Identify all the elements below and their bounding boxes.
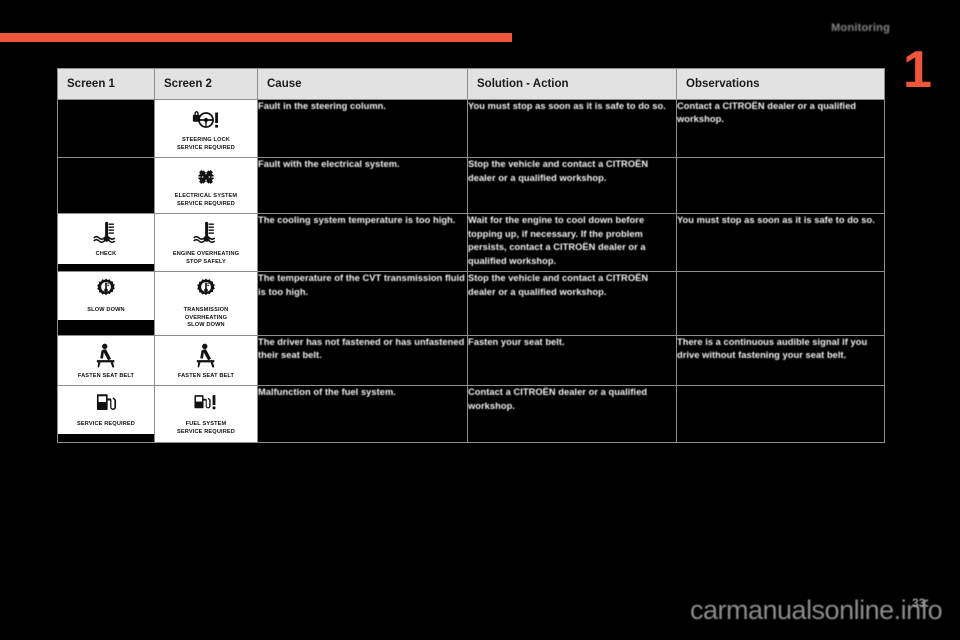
screen-2-cell: ENGINE OVERHEATING STOP SAFELY <box>154 213 258 273</box>
lamp-caption-line: FUEL SYSTEM <box>185 421 227 428</box>
column-header-screen-2: Screen 2 <box>154 68 258 100</box>
chapter-number: 1 <box>903 41 932 99</box>
table-header: Screen 1 Screen 2 Cause Solution - Actio… <box>57 68 885 100</box>
table-row: ELECTRICAL SYSTEM SERVICE REQUIRED Fault w… <box>57 157 885 215</box>
lamp-caption-line: STOP SAFELY <box>186 258 226 265</box>
lamp-caption-line: FASTEN SEAT BELT <box>177 372 235 379</box>
lamp-caption-line: SERVICE REQUIRED <box>177 144 235 151</box>
observations-cell: There is a continuous audible signal if … <box>676 334 885 387</box>
table-row: SLOW DOWN TRANSMISSION OVERHEATING SLOW DOW… <box>57 271 885 336</box>
transmission-overheating-icon <box>61 277 151 305</box>
warning-lamp-tile: SERVICE REQUIRED <box>58 386 154 435</box>
solution-action-cell: Wait for the engine to cool down before … <box>467 213 677 273</box>
observations-cell <box>676 385 885 443</box>
observations-cell <box>676 157 885 215</box>
screen-1-cell: SERVICE REQUIRED <box>57 385 155 443</box>
fuel-pump-icon <box>61 391 151 419</box>
cause-cell: Fault with the electrical system. <box>257 157 468 215</box>
seat-belt-icon <box>61 341 151 371</box>
manual-page: Monitoring 1 Screen 1 Screen 2 Cause Sol… <box>0 0 960 640</box>
screen-1-cell: SLOW DOWN <box>57 271 155 336</box>
solution-action-cell: Stop the vehicle and contact a CITROËN d… <box>467 271 677 336</box>
column-header-screen-1: Screen 1 <box>57 68 155 100</box>
lamp-caption-line: SLOW DOWN <box>187 322 225 329</box>
cause-cell: Fault in the steering column. <box>257 98 468 159</box>
screen-2-cell: TRANSMISSION OVERHEATING SLOW DOWN <box>154 271 258 336</box>
table-row: SERVICE REQUIRED FUEL SYSTEM SERVICE REQUI… <box>57 385 885 443</box>
observations-cell: You must stop as soon as it is safe to d… <box>676 213 885 273</box>
cause-cell: Malfunction of the fuel system. <box>257 385 468 443</box>
lamp-caption-line: TRANSMISSION <box>183 307 229 314</box>
warning-lamp-tile: FASTEN SEAT BELT <box>58 335 154 386</box>
warning-lamp-tile: STEERING LOCK SERVICE REQUIRED <box>155 100 257 158</box>
observations-cell: Contact a CITROËN dealer or a qualified … <box>676 98 885 159</box>
warning-lamp-tile: ENGINE OVERHEATING STOP SAFELY <box>155 214 257 272</box>
column-header-cause: Cause <box>257 68 468 100</box>
screen-2-cell: ELECTRICAL SYSTEM SERVICE REQUIRED <box>154 157 258 215</box>
solution-action-cell: Fasten your seat belt. <box>467 334 677 387</box>
lamp-caption-line: FASTEN SEAT BELT <box>77 372 135 379</box>
solution-action-cell: Stop the vehicle and contact a CITROËN d… <box>467 157 677 215</box>
fuel-system-icon <box>158 391 254 419</box>
lamp-caption-line: ENGINE OVERHEATING <box>172 251 240 258</box>
seat-belt-icon <box>158 341 254 371</box>
coolant-temperature-icon <box>61 219 151 249</box>
column-header-observations: Observations <box>676 68 885 100</box>
steering-lock-icon <box>158 105 254 135</box>
lamp-caption-line: SERVICE REQUIRED <box>177 200 235 207</box>
screen-2-cell: FASTEN SEAT BELT <box>154 334 258 387</box>
site-watermark: carmanualsonline.info <box>690 595 943 625</box>
warning-messages-table: Screen 1 Screen 2 Cause Solution - Actio… <box>57 68 885 443</box>
table-row: FASTEN SEAT BELT FASTEN SEAT BELT The driv… <box>57 334 885 387</box>
section-label: Monitoring <box>831 22 890 34</box>
warning-messages-table-wrapper: Screen 1 Screen 2 Cause Solution - Actio… <box>57 68 885 443</box>
warning-lamp-tile: TRANSMISSION OVERHEATING SLOW DOWN <box>155 272 257 335</box>
cause-cell: The temperature of the CVT transmission … <box>257 271 468 336</box>
page-number: 33 <box>912 596 926 610</box>
screen-1-cell: FASTEN SEAT BELT <box>57 334 155 387</box>
lamp-caption-line: SERVICE REQUIRED <box>77 421 135 428</box>
warning-lamp-tile: FUEL SYSTEM SERVICE REQUIRED <box>155 386 257 442</box>
electrical-system-icon <box>158 163 254 191</box>
table-body: STEERING LOCK SERVICE REQUIRED Fault in th… <box>57 98 885 443</box>
screen-2-cell: FUEL SYSTEM SERVICE REQUIRED <box>154 385 258 443</box>
solution-action-cell: Contact a CITROËN dealer or a qualified … <box>467 385 677 443</box>
transmission-overheating-icon <box>158 277 254 305</box>
table-row: STEERING LOCK SERVICE REQUIRED Fault in th… <box>57 98 885 159</box>
cause-cell: The cooling system temperature is too hi… <box>257 213 468 273</box>
lamp-caption-line: SLOW DOWN <box>87 307 125 314</box>
warning-lamp-tile: CHECK <box>58 214 154 264</box>
screen-2-cell: STEERING LOCK SERVICE REQUIRED <box>154 98 258 159</box>
header-accent-rule <box>0 33 512 42</box>
screen-1-cell-empty <box>57 98 155 159</box>
cause-cell: The driver has not fastened or has unfas… <box>257 334 468 387</box>
screen-1-cell-empty <box>57 157 155 215</box>
lamp-caption-line: STEERING LOCK <box>182 137 230 143</box>
solution-action-cell: You must stop as soon as it is safe to d… <box>467 98 677 159</box>
observations-cell <box>676 271 885 336</box>
lamp-caption-line: ELECTRICAL SYSTEM <box>174 193 238 200</box>
screen-1-cell: CHECK <box>57 213 155 273</box>
column-header-solution-action: Solution - Action <box>467 68 677 100</box>
table-row: CHECK ENGINE OVERHEATING STOP SAFELY The co… <box>57 213 885 273</box>
table-header-row: Screen 1 Screen 2 Cause Solution - Actio… <box>57 68 885 100</box>
warning-lamp-tile: SLOW DOWN <box>58 272 154 320</box>
warning-lamp-tile: FASTEN SEAT BELT <box>155 335 257 386</box>
warning-lamp-tile: ELECTRICAL SYSTEM SERVICE REQUIRED <box>155 158 257 214</box>
lamp-caption-line: OVERHEATING <box>184 314 228 321</box>
lamp-caption-line: CHECK <box>95 251 117 258</box>
lamp-caption-line: SERVICE REQUIRED <box>177 429 235 436</box>
coolant-temperature-icon <box>158 219 254 249</box>
